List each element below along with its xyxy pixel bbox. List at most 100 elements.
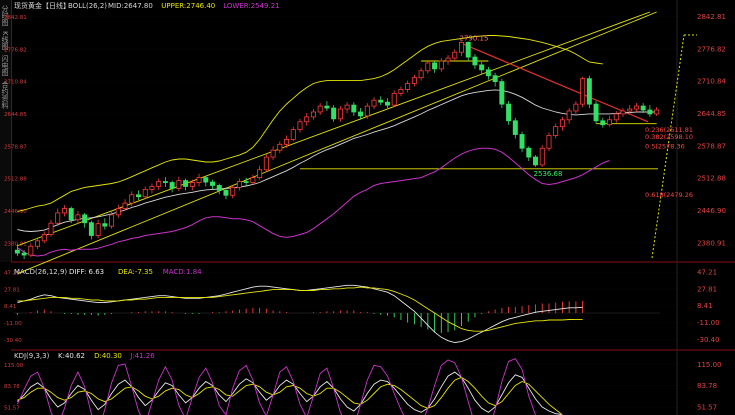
candle-up <box>627 108 633 112</box>
candle-down <box>223 189 229 196</box>
candle-up <box>398 89 404 94</box>
candle-up <box>418 70 424 79</box>
candle-down <box>472 56 478 66</box>
candle-up <box>75 214 81 221</box>
main-left-tick-label: 2578.87 <box>4 144 27 150</box>
candle-down <box>506 103 512 122</box>
candle-up <box>284 139 290 145</box>
main-tick-label: 2512.88 <box>697 175 726 183</box>
candle-up <box>364 105 370 117</box>
candle-down <box>358 111 364 117</box>
candle-down <box>14 249 20 254</box>
main-tick-label: 2644.85 <box>697 110 726 118</box>
kdj-left-tick-label: 83.78 <box>4 384 20 390</box>
main-left-tick-label: 2644.85 <box>4 112 27 118</box>
macd-left-tick-label: 27.81 <box>4 287 20 293</box>
candle-up <box>297 121 303 131</box>
kdj-legend-value: K:40.62 <box>58 352 85 360</box>
candle-up <box>115 208 121 216</box>
candle-up <box>654 109 660 115</box>
candle-up <box>445 57 451 62</box>
candle-up <box>142 188 148 198</box>
main-tick-label: 2578.87 <box>697 142 726 150</box>
candle-up <box>411 77 417 84</box>
macd-dea-line <box>17 286 583 332</box>
main-tick-label: 2776.82 <box>697 45 726 53</box>
candle-down <box>384 101 390 106</box>
candle-up <box>250 177 256 183</box>
kdj-tick-label: 115.00 <box>697 361 722 369</box>
candle-up <box>109 214 115 227</box>
candle-down <box>432 62 438 70</box>
candle-up <box>35 240 41 247</box>
macd-diff-line <box>17 284 583 343</box>
macd-tick-label: -30.40 <box>697 336 720 344</box>
main-left-tick-label: 2842.81 <box>4 15 27 21</box>
candle-down <box>593 103 599 122</box>
kdj-left-tick-label: 115.00 <box>4 363 24 369</box>
main-left-tick-label: 2380.91 <box>4 241 27 247</box>
main-left-tick-label: 2776.82 <box>4 47 27 53</box>
candle-up <box>122 202 128 209</box>
candle-up <box>337 108 343 120</box>
candle-up <box>452 51 458 59</box>
candle-up <box>317 105 323 113</box>
candle-up <box>55 212 61 224</box>
main-chart-title: 现货黄金【日线】 <box>14 1 70 10</box>
candle-up <box>236 181 242 188</box>
candle-down <box>499 81 505 105</box>
candle-down <box>526 147 532 158</box>
candle-down <box>647 109 653 115</box>
candle-down <box>203 177 209 183</box>
boll-legend-value: UPPER:2746.40 <box>161 2 215 10</box>
candle-up <box>277 143 283 151</box>
candle-down <box>324 105 330 109</box>
candle-up <box>344 104 350 110</box>
candle-up <box>61 208 67 214</box>
candle-down <box>88 222 94 236</box>
candle-up <box>620 110 626 115</box>
candle-up <box>270 149 276 158</box>
candle-up <box>230 187 236 196</box>
candle-up <box>41 234 47 242</box>
candle-up <box>95 223 101 236</box>
macd-title: MACD(26,12,9) <box>14 268 67 276</box>
candle-down <box>600 120 606 126</box>
fibonacci-label: 0.5(2578.36 <box>645 143 685 151</box>
main-left-tick-label: 2512.88 <box>4 177 27 183</box>
candle-up <box>391 92 397 106</box>
macd-tick-label: 47.21 <box>697 269 717 277</box>
candle-up <box>189 182 195 187</box>
candle-up <box>613 113 619 121</box>
candle-up <box>156 181 162 187</box>
candle-up <box>196 177 202 183</box>
candle-down <box>169 182 175 189</box>
candle-up <box>607 119 613 126</box>
fibonacci-label: 0.382(2598.10 <box>645 133 693 141</box>
candle-up <box>580 78 586 105</box>
candle-up <box>573 103 579 112</box>
candle-down <box>512 120 518 135</box>
fibonacci-label: 0.618(2479.26 <box>645 191 693 199</box>
candle-down <box>351 104 357 113</box>
candle-up <box>425 62 431 72</box>
macd-tick-label: 8.41 <box>697 302 713 310</box>
candle-up <box>149 186 155 190</box>
candle-up <box>539 147 545 166</box>
macd-tick-label: -11.00 <box>697 319 720 327</box>
macd-legend-value: DIFF: 6.63 <box>69 268 104 276</box>
chart-canvas[interactable]: 2842.81 2842.81 2776.82 2776.82 2710.84 2710.… <box>0 0 735 415</box>
macd-legend-value: MACD:1.84 <box>163 268 202 276</box>
candle-down <box>378 99 384 103</box>
candle-up <box>129 194 135 204</box>
candle-up <box>405 83 411 90</box>
candle-up <box>438 60 444 70</box>
candle-down <box>82 214 88 224</box>
candle-up <box>28 245 34 256</box>
candle-down <box>331 107 337 120</box>
candle-down <box>492 75 498 82</box>
boll-legend-value: LOWER:2549.21 <box>223 2 279 10</box>
boll-lower-line <box>17 147 610 257</box>
macd-left-tick-label: -30.40 <box>4 338 22 344</box>
kdj-tick-label: 51.57 <box>697 404 717 412</box>
